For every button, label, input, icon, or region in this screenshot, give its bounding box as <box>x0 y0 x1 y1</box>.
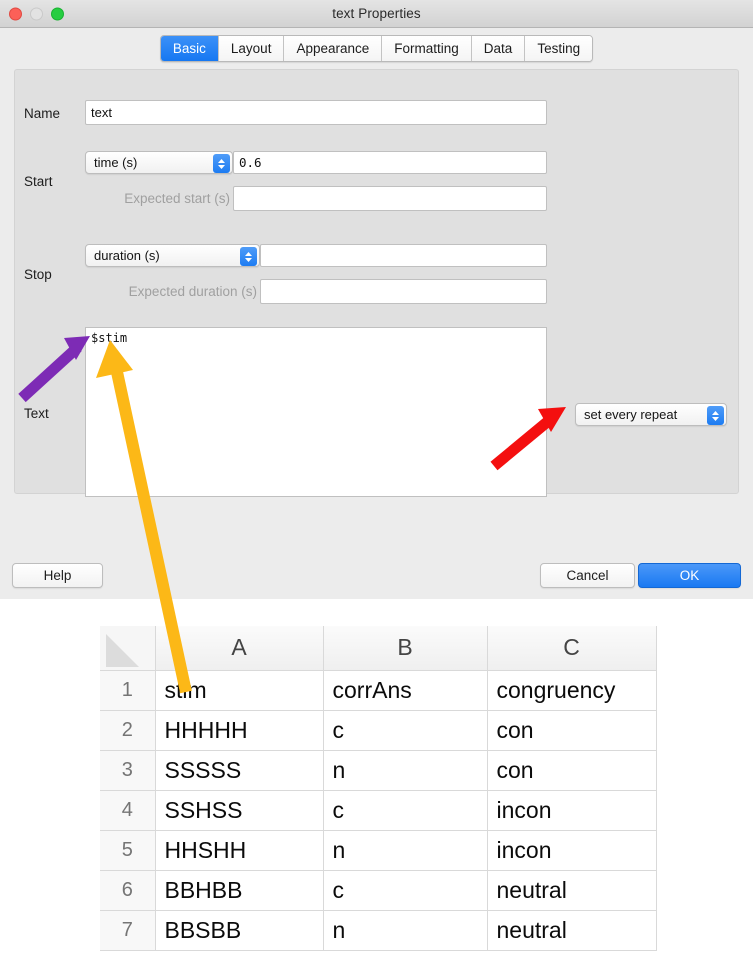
column-header-a[interactable]: A <box>154 626 324 671</box>
expected-duration-input[interactable] <box>260 279 547 304</box>
start-label: Start <box>24 174 53 189</box>
tab-bar: Basic Layout Appearance Formatting Data … <box>0 28 753 68</box>
chevron-updown-icon <box>707 406 724 425</box>
help-button[interactable]: Help <box>12 563 103 588</box>
tab-formatting[interactable]: Formatting <box>382 35 472 61</box>
cell-c3[interactable]: con <box>486 749 657 791</box>
tab-testing[interactable]: Testing <box>525 35 593 61</box>
cell-a5[interactable]: HHSHH <box>154 829 324 871</box>
cell-b2[interactable]: c <box>322 709 488 751</box>
table-row: 4 SSHSS c incon <box>100 789 657 831</box>
stop-type-value: duration (s) <box>94 248 160 263</box>
window-title: text Properties <box>332 6 421 21</box>
cell-b7[interactable]: n <box>322 909 488 951</box>
stop-value-input[interactable] <box>260 244 547 267</box>
select-all-corner[interactable] <box>100 626 156 671</box>
start-value-input[interactable]: 0.6 <box>233 151 547 174</box>
cell-c1[interactable]: congruency <box>486 669 657 711</box>
cell-b1[interactable]: corrAns <box>322 669 488 711</box>
corner-triangle-icon <box>106 634 139 667</box>
stop-type-dropdown[interactable]: duration (s) <box>85 244 260 267</box>
text-update-value: set every repeat <box>584 407 678 422</box>
tab-appearance[interactable]: Appearance <box>284 35 383 61</box>
cell-c7[interactable]: neutral <box>486 909 657 951</box>
start-type-dropdown[interactable]: time (s) <box>85 151 233 174</box>
cell-a6[interactable]: BBHBB <box>154 869 324 911</box>
stop-label: Stop <box>24 267 52 282</box>
table-row: 1 stim corrAns congruency <box>100 669 657 711</box>
table-row: 6 BBHBB c neutral <box>100 869 657 911</box>
row-header-2[interactable]: 2 <box>100 709 156 751</box>
cell-a7[interactable]: BBSBB <box>154 909 324 951</box>
row-header-7[interactable]: 7 <box>100 909 156 951</box>
cell-b3[interactable]: n <box>322 749 488 791</box>
cell-c6[interactable]: neutral <box>486 869 657 911</box>
table-row: 5 HHSHH n incon <box>100 829 657 871</box>
cell-c2[interactable]: con <box>486 709 657 751</box>
ok-button[interactable]: OK <box>638 563 741 588</box>
chevron-updown-icon <box>213 154 230 173</box>
text-value-field[interactable]: $stim <box>85 327 547 497</box>
tab-basic[interactable]: Basic <box>160 35 219 61</box>
cell-b6[interactable]: c <box>322 869 488 911</box>
column-header-b[interactable]: B <box>322 626 488 671</box>
row-header-3[interactable]: 3 <box>100 749 156 791</box>
table-row: 3 SSSSS n con <box>100 749 657 791</box>
text-update-dropdown[interactable]: set every repeat <box>575 403 727 426</box>
table-row: 2 HHHHH c con <box>100 709 657 751</box>
cell-b4[interactable]: c <box>322 789 488 831</box>
close-button[interactable] <box>9 7 22 20</box>
text-label: Text <box>24 406 49 421</box>
row-header-6[interactable]: 6 <box>100 869 156 911</box>
expected-start-input[interactable] <box>233 186 547 211</box>
spreadsheet-header-row: A B C <box>100 626 657 671</box>
chevron-updown-icon <box>240 247 257 266</box>
tab-layout[interactable]: Layout <box>218 35 285 61</box>
cell-b5[interactable]: n <box>322 829 488 871</box>
expected-start-label: Expected start (s) <box>124 191 230 206</box>
column-header-c[interactable]: C <box>486 626 657 671</box>
window-controls <box>9 7 64 20</box>
cancel-button[interactable]: Cancel <box>540 563 635 588</box>
row-header-4[interactable]: 4 <box>100 789 156 831</box>
cell-c5[interactable]: incon <box>486 829 657 871</box>
table-row: 7 BBSBB n neutral <box>100 909 657 951</box>
name-input[interactable]: text <box>85 100 547 125</box>
start-type-value: time (s) <box>94 155 138 170</box>
cell-a3[interactable]: SSSSS <box>154 749 324 791</box>
window-title-bar: text Properties <box>0 0 753 28</box>
minimize-button[interactable] <box>30 7 43 20</box>
name-label: Name <box>24 106 61 121</box>
text-properties-dialog: text Properties Basic Layout Appearance … <box>0 0 753 599</box>
tab-data[interactable]: Data <box>471 35 526 61</box>
row-header-5[interactable]: 5 <box>100 829 156 871</box>
zoom-button[interactable] <box>51 7 64 20</box>
expected-duration-label: Expected duration (s) <box>128 284 257 299</box>
conditions-spreadsheet[interactable]: A B C 1 stim corrAns congruency 2 HHHHH … <box>100 626 657 951</box>
cell-a4[interactable]: SSHSS <box>154 789 324 831</box>
spreadsheet-column-a-header-cell[interactable]: stim <box>154 669 324 711</box>
row-header-1[interactable]: 1 <box>100 669 156 711</box>
cell-a2[interactable]: HHHHH <box>154 709 324 751</box>
cell-c4[interactable]: incon <box>486 789 657 831</box>
